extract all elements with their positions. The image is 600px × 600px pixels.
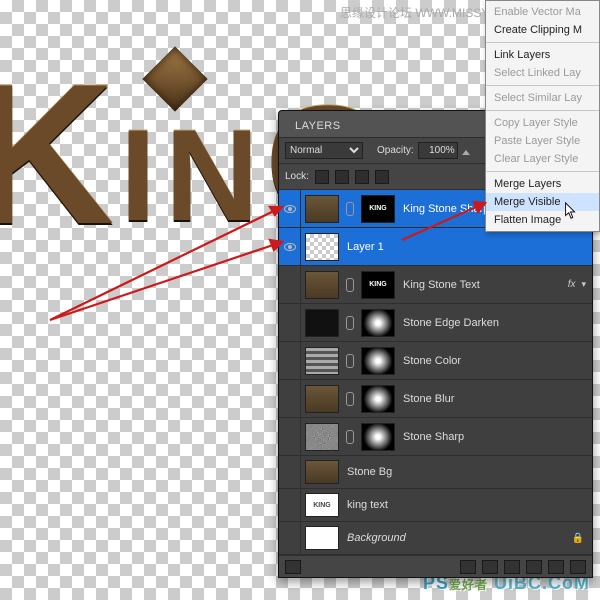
lock-position-icon[interactable] [355,170,369,184]
layer-name-label: Background [343,532,572,544]
visibility-toggle[interactable] [279,342,301,379]
layer-king-text[interactable]: KING king text [279,489,592,522]
layer-thumbnail[interactable] [305,233,339,261]
mask-link-icon[interactable] [346,430,354,444]
opacity-input[interactable] [418,142,458,159]
visibility-toggle[interactable] [279,190,301,227]
layer-stone-blur[interactable]: Stone Blur [279,380,592,418]
layers-panel-tab[interactable]: LAYERS [285,115,351,137]
trash-icon[interactable] [570,560,586,574]
layer-thumbnail[interactable] [305,309,339,337]
ctx-paste-layer-style: Paste Layer Style [486,132,599,150]
ctx-separator [486,110,599,111]
layer-name-label: Stone Blur [399,393,592,405]
layer-king-stone-text[interactable]: KING King Stone Text fx ▾ [279,266,592,304]
visibility-toggle[interactable] [279,266,301,303]
new-layer-icon[interactable] [548,560,564,574]
layer-thumbnail[interactable] [305,460,339,484]
ctx-select-linked: Select Linked Lay [486,64,599,82]
layer-thumbnail[interactable] [305,526,339,550]
layer-thumbnail[interactable] [305,271,339,299]
ctx-link-layers[interactable]: Link Layers [486,46,599,64]
eye-icon [284,243,296,251]
mask-icon[interactable] [482,560,498,574]
mask-link-icon[interactable] [346,316,354,330]
visibility-toggle[interactable] [279,418,301,455]
lock-transparency-icon[interactable] [315,170,329,184]
layer-background[interactable]: Background 🔒 [279,522,592,555]
visibility-toggle[interactable] [279,304,301,341]
ctx-select-similar: Select Similar Lay [486,89,599,107]
lock-icon: 🔒 [572,533,584,544]
layer-layer1[interactable]: Layer 1 [279,228,592,266]
layer-name-label: king text [343,499,592,511]
ctx-separator [486,42,599,43]
layer-thumbnail[interactable] [305,347,339,375]
layer-mask-thumbnail[interactable] [361,347,395,375]
fx-icon[interactable] [460,560,476,574]
layer-mask-thumbnail[interactable]: KING [361,195,395,223]
layer-stone-bg[interactable]: Stone Bg [279,456,592,489]
layer-name-label: Stone Edge Darken [399,317,592,329]
ctx-flatten-image[interactable]: Flatten Image [486,211,599,229]
ctx-merge-layers[interactable]: Merge Layers [486,175,599,193]
link-layers-icon[interactable] [285,560,301,574]
layer-mask-thumbnail[interactable]: KING [361,271,395,299]
layer-stone-color[interactable]: Stone Color [279,342,592,380]
blend-mode-select[interactable]: Normal [285,142,363,159]
ctx-separator [486,171,599,172]
opacity-slider-icon[interactable] [462,147,470,155]
visibility-toggle[interactable] [279,522,301,554]
layer-thumbnail[interactable] [305,385,339,413]
ctx-separator [486,85,599,86]
ctx-enable-vector-mask: Enable Vector Ma [486,3,599,21]
adjustment-icon[interactable] [504,560,520,574]
layer-name-label: Layer 1 [343,241,592,253]
ctx-merge-visible[interactable]: Merge Visible [486,193,599,211]
fx-badge[interactable]: fx [568,279,576,290]
layer-name-label: King Stone Text [399,279,568,291]
group-icon[interactable] [526,560,542,574]
layer-thumbnail[interactable] [305,423,339,451]
mask-link-icon[interactable] [346,202,354,216]
layer-stone-edge-darken[interactable]: Stone Edge Darken [279,304,592,342]
layer-stone-sharp[interactable]: Stone Sharp [279,418,592,456]
mask-link-icon[interactable] [346,278,354,292]
layer-name-label: Stone Bg [343,466,592,478]
layer-thumbnail[interactable] [305,195,339,223]
eye-icon [284,205,296,213]
layer-list: KING King Stone Sharp Layer 1 KING King … [279,190,592,555]
layer-mask-thumbnail[interactable] [361,309,395,337]
ctx-create-clipping-mask[interactable]: Create Clipping M [486,21,599,39]
layer-thumbnail[interactable]: KING [305,493,339,517]
mask-link-icon[interactable] [346,354,354,368]
layer-name-label: Stone Sharp [399,431,592,443]
lock-all-icon[interactable] [375,170,389,184]
lock-pixels-icon[interactable] [335,170,349,184]
layer-mask-thumbnail[interactable] [361,423,395,451]
lock-label: Lock: [285,171,309,182]
layer-context-menu: Enable Vector Ma Create Clipping M Link … [485,0,600,232]
ctx-clear-layer-style: Clear Layer Style [486,150,599,168]
mask-link-icon[interactable] [346,392,354,406]
layer-name-label: Stone Color [399,355,592,367]
cursor-icon [564,202,578,220]
visibility-toggle[interactable] [279,489,301,521]
visibility-toggle[interactable] [279,228,301,265]
canvas-artwork-king: K I N G [0,10,300,320]
ctx-copy-layer-style: Copy Layer Style [486,114,599,132]
chevron-down-icon[interactable]: ▾ [581,279,586,290]
layers-panel-footer [279,555,592,577]
layer-mask-thumbnail[interactable] [361,385,395,413]
visibility-toggle[interactable] [279,380,301,417]
visibility-toggle[interactable] [279,456,301,488]
opacity-label: Opacity: [377,145,414,156]
